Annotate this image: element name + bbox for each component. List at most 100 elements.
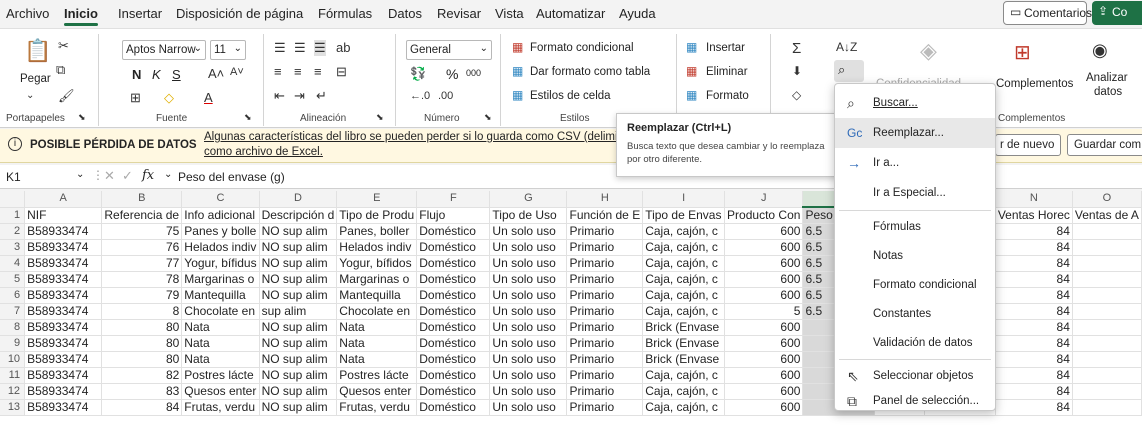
column-header[interactable]: I — [642, 191, 726, 208]
table-cell[interactable]: 600 — [724, 223, 804, 240]
cancel-icon[interactable]: ✕ — [104, 168, 115, 184]
header-cell[interactable]: Tipo de Produ — [336, 207, 418, 224]
table-cell[interactable]: 84 — [101, 399, 183, 416]
header-cell[interactable]: Descripción d — [259, 207, 338, 224]
menu-item-constantes[interactable]: Constantes — [835, 299, 995, 329]
table-cell[interactable]: Doméstico — [416, 383, 491, 400]
table-cell[interactable]: NO sup alim — [259, 287, 338, 304]
table-cell[interactable]: Nata — [336, 319, 418, 336]
insert-button[interactable]: Insertar — [706, 42, 745, 54]
menu-item-ir-a-especial[interactable]: Ir a Especial... — [835, 178, 995, 208]
table-cell[interactable]: Caja, cajón, c — [642, 271, 726, 288]
tab-revisar[interactable]: Revisar — [437, 6, 481, 21]
table-cell[interactable]: 75 — [101, 223, 183, 240]
table-cell[interactable]: Primario — [566, 383, 644, 400]
table-cell[interactable]: Frutas, verdu — [336, 399, 418, 416]
align-center-icon[interactable]: ≡ — [294, 64, 302, 79]
find-select-button[interactable]: ⌕ — [834, 60, 864, 82]
table-cell[interactable]: 600 — [724, 255, 804, 272]
table-cell[interactable]: Chocolate en — [336, 303, 418, 320]
table-cell[interactable]: 80 — [101, 319, 183, 336]
row-header[interactable]: 10 — [0, 351, 26, 368]
menu-item-buscar[interactable]: ⌕ Buscar... — [835, 88, 995, 118]
paste-icon[interactable]: 📋 — [24, 38, 51, 64]
table-cell[interactable]: Margarinas o — [181, 271, 260, 288]
table-cell[interactable] — [1072, 319, 1142, 336]
table-cell[interactable]: Doméstico — [416, 351, 491, 368]
row-header[interactable]: 5 — [0, 271, 26, 288]
addins-button[interactable]: Complementos — [996, 78, 1073, 90]
table-cell[interactable]: 80 — [101, 351, 183, 368]
header-cell[interactable]: Info adicional — [181, 207, 260, 224]
table-cell[interactable]: Nata — [181, 335, 260, 352]
header-cell[interactable]: Función de E — [566, 207, 644, 224]
table-cell[interactable]: 83 — [101, 383, 183, 400]
analyze-line1[interactable]: Analizar — [1086, 72, 1128, 84]
table-cell[interactable]: Caja, cajón, c — [642, 399, 726, 416]
column-header[interactable]: J — [724, 191, 804, 208]
table-cell[interactable]: NO sup alim — [259, 319, 338, 336]
menu-item-notas[interactable]: Notas — [835, 241, 995, 271]
table-cell[interactable]: 84 — [995, 239, 1073, 256]
chevron-down-icon[interactable]: ⌄ — [164, 169, 172, 180]
autosum-icon[interactable]: Σ — [792, 40, 801, 57]
menu-item-formato-condicional[interactable]: Formato condicional — [835, 270, 995, 300]
table-cell[interactable]: 600 — [724, 319, 804, 336]
grow-font-icon[interactable]: A˄ — [208, 66, 224, 81]
fill-icon[interactable]: ⬇ — [792, 64, 802, 78]
bold-button[interactable]: N — [132, 67, 141, 82]
table-cell[interactable]: 84 — [995, 255, 1073, 272]
table-cell[interactable] — [1072, 223, 1142, 240]
row-header[interactable]: 2 — [0, 223, 26, 240]
table-cell[interactable]: NO sup alim — [259, 399, 338, 416]
table-cell[interactable]: NO sup alim — [259, 255, 338, 272]
table-cell[interactable]: Doméstico — [416, 287, 491, 304]
paste-label[interactable]: Pegar — [20, 73, 51, 85]
table-cell[interactable] — [1072, 335, 1142, 352]
table-cell[interactable] — [1072, 287, 1142, 304]
table-cell[interactable]: B58933474 — [24, 287, 103, 304]
orientation-icon[interactable]: ab — [336, 40, 350, 55]
table-cell[interactable]: Quesos enter — [181, 383, 260, 400]
table-cell[interactable]: Brick (Envase — [642, 319, 726, 336]
table-cell[interactable]: NO sup alim — [259, 351, 338, 368]
table-cell[interactable]: B58933474 — [24, 239, 103, 256]
name-box[interactable]: K1 — [6, 170, 21, 184]
menu-item-panel-seleccion[interactable]: ⧉ Panel de selección... — [835, 386, 995, 416]
header-cell[interactable]: Producto Con — [724, 207, 804, 224]
table-cell[interactable]: 84 — [995, 271, 1073, 288]
number-format-select[interactable]: General ⌄ — [406, 40, 492, 60]
table-cell[interactable]: Primario — [566, 367, 644, 384]
italic-button[interactable]: K — [152, 67, 161, 82]
align-right-icon[interactable]: ≡ — [314, 64, 322, 79]
table-cell[interactable]: 84 — [995, 367, 1073, 384]
table-cell[interactable]: Doméstico — [416, 271, 491, 288]
table-cell[interactable]: Doméstico — [416, 303, 491, 320]
font-size-select[interactable]: 11 ⌄ — [210, 40, 246, 60]
table-cell[interactable] — [1072, 255, 1142, 272]
row-header[interactable]: 1 — [0, 207, 26, 224]
table-cell[interactable]: Caja, cajón, c — [642, 255, 726, 272]
row-header[interactable]: 3 — [0, 239, 26, 256]
table-cell[interactable]: 600 — [724, 351, 804, 368]
table-cell[interactable]: 600 — [724, 287, 804, 304]
addins-icon[interactable]: ⊞ — [1014, 40, 1031, 65]
table-cell[interactable]: Doméstico — [416, 239, 491, 256]
table-cell[interactable]: sup alim — [259, 303, 338, 320]
column-header[interactable]: O — [1072, 191, 1142, 208]
fx-icon[interactable]: fx — [142, 168, 154, 183]
header-cell[interactable]: Tipo de Envas — [642, 207, 726, 224]
table-cell[interactable]: Yogur, bífidus — [181, 255, 260, 272]
table-cell[interactable]: B58933474 — [24, 351, 103, 368]
table-cell[interactable]: Brick (Envase — [642, 335, 726, 352]
table-cell[interactable]: Primario — [566, 239, 644, 256]
launcher-icon[interactable]: ⬊ — [376, 112, 384, 123]
table-cell[interactable]: Nata — [181, 319, 260, 336]
chevron-down-icon[interactable]: ⌄ — [76, 169, 84, 180]
table-cell[interactable]: 79 — [101, 287, 183, 304]
table-cell[interactable]: 84 — [995, 223, 1073, 240]
table-cell[interactable]: Caja, cajón, c — [642, 367, 726, 384]
table-cell[interactable]: Primario — [566, 255, 644, 272]
tab-insertar[interactable]: Insertar — [118, 6, 162, 21]
launcher-icon[interactable]: ⬊ — [244, 112, 252, 123]
